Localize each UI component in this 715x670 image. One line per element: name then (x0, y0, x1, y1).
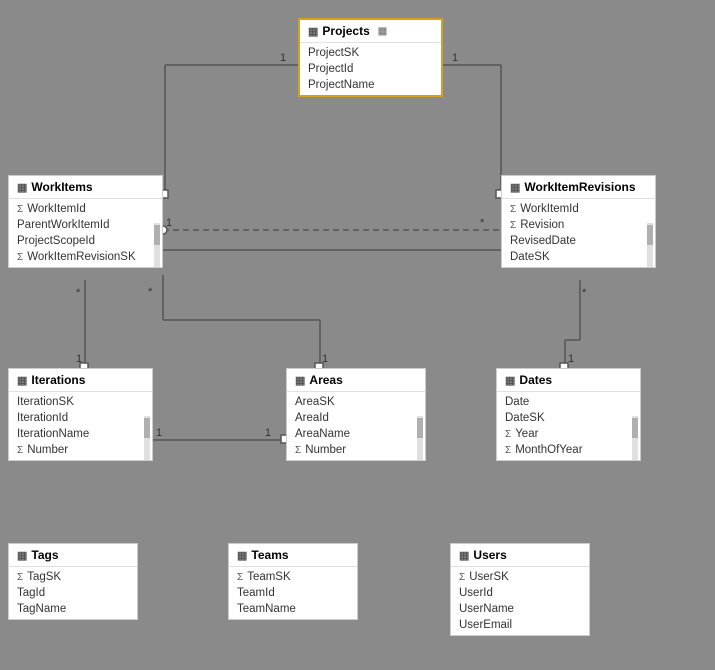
svg-text:1: 1 (76, 353, 82, 365)
svg-text:*: * (76, 287, 81, 299)
table-header-workitems: ▦ WorkItems (9, 176, 162, 199)
field-useremail: UserEmail (451, 617, 589, 633)
field-projectscopeid: ProjectScopeId (9, 233, 152, 249)
field-username: UserName (451, 601, 589, 617)
table-header-teams: ▦ Teams (229, 544, 357, 567)
table-users[interactable]: ▦ Users Σ UserSK UserId UserName UserEma… (450, 543, 590, 636)
field-userid: UserId (451, 585, 589, 601)
svg-text:1: 1 (166, 217, 172, 229)
table-body-users: Σ UserSK UserId UserName UserEmail (451, 567, 589, 635)
table-header-dates: ▦ Dates (497, 369, 640, 392)
field-projectid: ProjectId (300, 61, 441, 77)
table-icon-projects: ▦ (308, 25, 318, 38)
table-header-areas: ▦ Areas (287, 369, 425, 392)
svg-text:1: 1 (568, 353, 574, 365)
svg-text:1: 1 (280, 52, 286, 64)
field-projectsk: ProjectSK (300, 45, 441, 61)
table-title-workitems: WorkItems (31, 180, 92, 194)
field-iterationid: IterationId (9, 410, 142, 426)
scrollbar-dates[interactable] (632, 416, 638, 460)
scrollbar-areas[interactable] (417, 416, 423, 460)
table-title-workitemrevisions: WorkItemRevisions (524, 180, 635, 194)
field-datesk: DateSK (502, 249, 645, 265)
field-iterationsk: IterationSK (9, 394, 142, 410)
table-iterations[interactable]: ▦ Iterations IterationSK IterationId Ite… (8, 368, 153, 461)
table-tags[interactable]: ▦ Tags Σ TagSK TagId TagName (8, 543, 138, 620)
field-teamname: TeamName (229, 601, 357, 617)
table-workitemrevisions[interactable]: ▦ WorkItemRevisions Σ WorkItemId Σ Revis… (501, 175, 656, 268)
table-projects[interactable]: ▦ Projects ▦ ProjectSK ProjectId Project… (298, 18, 443, 97)
field-workitemrevisionsk: Σ WorkItemRevisionSK (9, 249, 152, 265)
field-areaid: AreaId (287, 410, 415, 426)
field-workitemid: Σ WorkItemId (9, 201, 152, 217)
field-iterationname: IterationName (9, 426, 142, 442)
field-tagsk: Σ TagSK (9, 569, 137, 585)
table-body-iterations: IterationSK IterationId IterationName Σ … (9, 392, 152, 460)
field-areask: AreaSK (287, 394, 415, 410)
field-teamsk: Σ TeamSK (229, 569, 357, 585)
table-body-dates: Date DateSK Σ Year Σ MonthOfYear (497, 392, 640, 460)
field-year: Σ Year (497, 426, 630, 442)
table-header-iterations: ▦ Iterations (9, 369, 152, 392)
field-monthofyear: Σ MonthOfYear (497, 442, 630, 458)
diagram-canvas: 1 * 1 * 1 * * * * 1 * 1 1 1 (0, 0, 715, 670)
scrollbar-workitemrevisions[interactable] (647, 223, 653, 267)
table-body-projects: ProjectSK ProjectId ProjectName (300, 43, 441, 95)
field-dates-datesk: DateSK (497, 410, 630, 426)
table-workitems[interactable]: ▦ WorkItems Σ WorkItemId ParentWorkItemI… (8, 175, 163, 268)
field-iteration-number: Σ Number (9, 442, 142, 458)
table-title-iterations: Iterations (31, 373, 85, 387)
scrollbar-iterations[interactable] (144, 416, 150, 460)
svg-text:*: * (148, 286, 153, 298)
scrollbar-workitems[interactable] (154, 223, 160, 267)
field-date: Date (497, 394, 630, 410)
table-header-users: ▦ Users (451, 544, 589, 567)
table-title-tags: Tags (31, 548, 58, 562)
table-body-areas: AreaSK AreaId AreaName Σ Number (287, 392, 425, 460)
svg-text:1: 1 (452, 52, 458, 64)
table-header-tags: ▦ Tags (9, 544, 137, 567)
table-areas[interactable]: ▦ Areas AreaSK AreaId AreaName Σ Number (286, 368, 426, 461)
field-wir-workitemid: Σ WorkItemId (502, 201, 645, 217)
table-title-teams: Teams (251, 548, 288, 562)
table-body-teams: Σ TeamSK TeamId TeamName (229, 567, 357, 619)
table-title-projects: Projects (322, 24, 369, 38)
field-parentworkitemid: ParentWorkItemId (9, 217, 152, 233)
field-area-number: Σ Number (287, 442, 415, 458)
table-title-users: Users (473, 548, 506, 562)
table-body-workitems: Σ WorkItemId ParentWorkItemId ProjectSco… (9, 199, 162, 267)
table-title-dates: Dates (519, 373, 552, 387)
table-dates[interactable]: ▦ Dates Date DateSK Σ Year Σ MonthOfYear (496, 368, 641, 461)
svg-text:1: 1 (156, 427, 162, 439)
field-tagname: TagName (9, 601, 137, 617)
svg-text:*: * (582, 287, 587, 299)
svg-text:1: 1 (265, 427, 271, 439)
field-revision: Σ Revision (502, 217, 645, 233)
field-teamid: TeamId (229, 585, 357, 601)
svg-text:*: * (480, 217, 485, 229)
field-reviseddate: RevisedDate (502, 233, 645, 249)
table-teams[interactable]: ▦ Teams Σ TeamSK TeamId TeamName (228, 543, 358, 620)
table-title-areas: Areas (309, 373, 342, 387)
field-projectname: ProjectName (300, 77, 441, 93)
field-areaname: AreaName (287, 426, 415, 442)
table-header-projects: ▦ Projects ▦ (300, 20, 441, 43)
field-usersk: Σ UserSK (451, 569, 589, 585)
table-expand-icon-projects[interactable]: ▦ (378, 26, 387, 37)
table-header-workitemrevisions: ▦ WorkItemRevisions (502, 176, 655, 199)
field-tagid: TagId (9, 585, 137, 601)
table-body-workitemrevisions: Σ WorkItemId Σ Revision RevisedDate Date… (502, 199, 655, 267)
svg-text:1: 1 (322, 353, 328, 365)
table-body-tags: Σ TagSK TagId TagName (9, 567, 137, 619)
